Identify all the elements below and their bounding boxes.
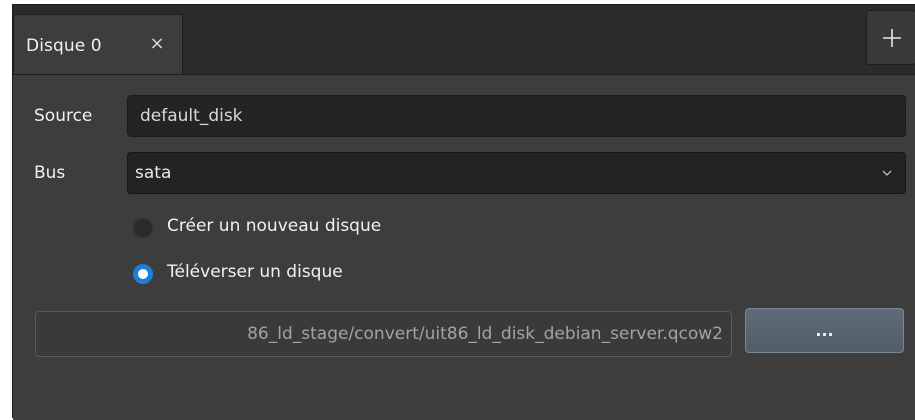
bus-select[interactable]: sata	[127, 152, 906, 194]
file-path-input[interactable]: 86_ld_stage/convert/uit86_ld_disk_debian…	[35, 311, 732, 357]
file-path-value: 86_ld_stage/convert/uit86_ld_disk_debian…	[247, 324, 723, 344]
source-label: Source	[34, 106, 93, 126]
browse-button[interactable]: ...	[745, 308, 904, 353]
tab-label: Disque 0	[26, 36, 102, 56]
radio-label-upload: Téléverser un disque	[167, 262, 343, 282]
radio-button-unselected[interactable]	[133, 218, 153, 238]
disk-dialog: Disque 0 × Source default_disk Bus sata …	[12, 4, 915, 420]
disk-settings-panel: Source default_disk Bus sata Créer un no…	[13, 74, 915, 420]
bus-value: sata	[135, 163, 172, 183]
radio-create-new-disk[interactable]: Créer un nouveau disque	[133, 216, 463, 242]
close-icon[interactable]: ×	[148, 33, 166, 55]
chevron-down-icon	[882, 170, 892, 176]
radio-button-selected[interactable]	[133, 264, 153, 284]
tab-bar: Disque 0 ×	[13, 5, 915, 75]
tab-disque-0[interactable]: Disque 0 ×	[13, 14, 183, 75]
radio-upload-disk[interactable]: Téléverser un disque	[133, 262, 463, 288]
plus-icon	[883, 29, 901, 47]
source-value: default_disk	[140, 106, 243, 126]
bus-label: Bus	[34, 163, 66, 183]
source-input[interactable]: default_disk	[127, 95, 906, 137]
radio-label-create: Créer un nouveau disque	[167, 216, 382, 236]
add-tab-button[interactable]	[866, 10, 915, 65]
